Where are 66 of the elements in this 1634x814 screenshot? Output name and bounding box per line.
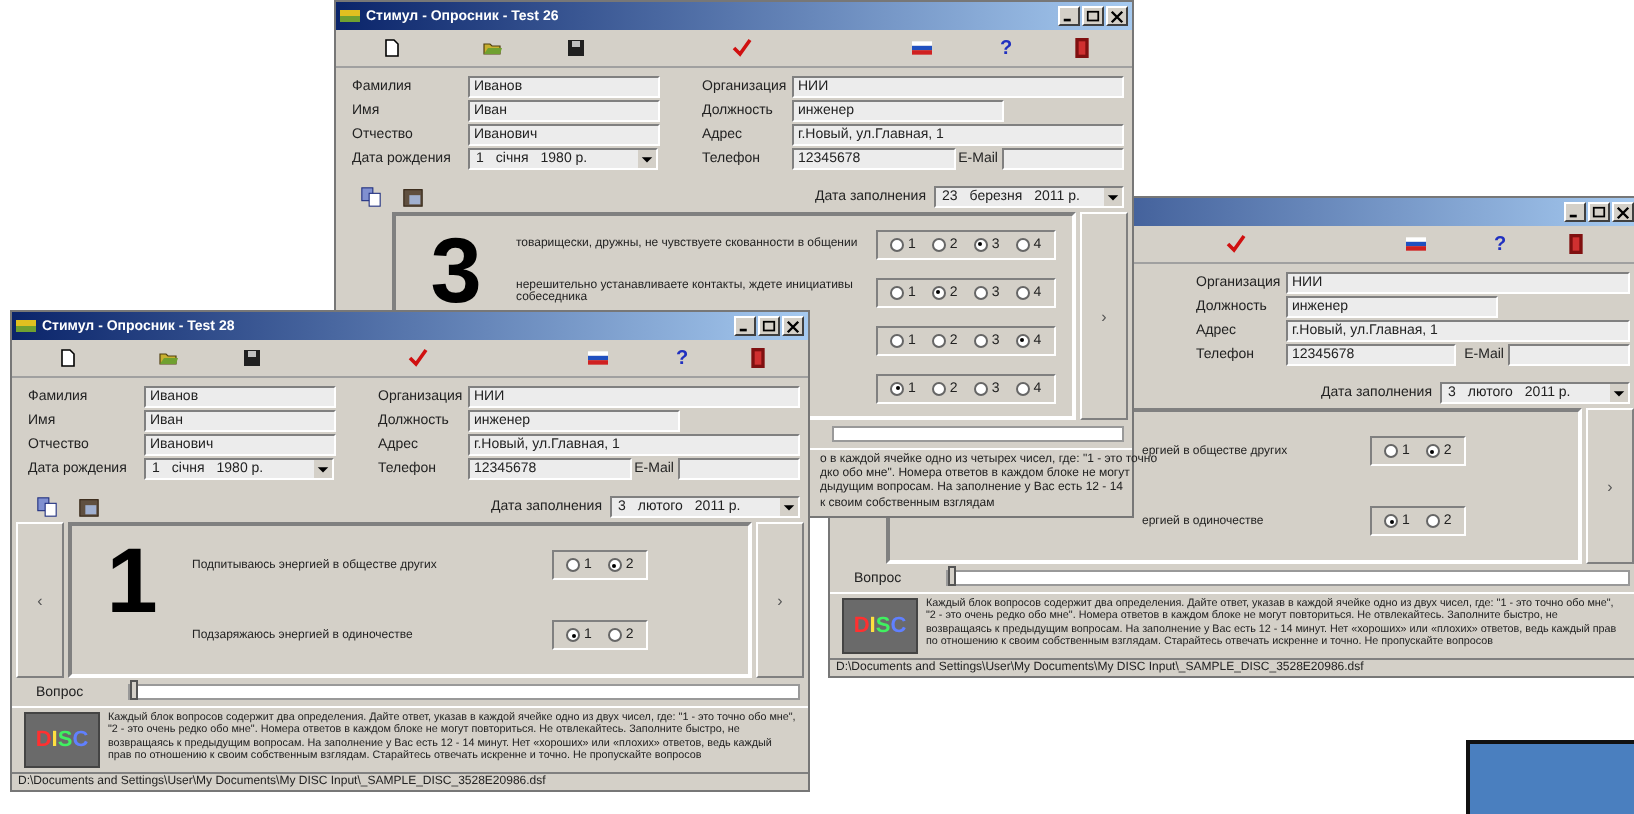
app-icon bbox=[340, 8, 360, 24]
dropdown-arrow-icon bbox=[1106, 189, 1120, 203]
app-icon bbox=[16, 318, 36, 334]
save-button[interactable] bbox=[562, 35, 590, 61]
close-button[interactable] bbox=[1106, 6, 1128, 26]
door-icon bbox=[1565, 234, 1585, 254]
close-button[interactable] bbox=[782, 316, 804, 336]
next-button[interactable]: › bbox=[1586, 408, 1634, 564]
maximize-icon bbox=[1086, 9, 1100, 23]
maximize-button[interactable] bbox=[758, 316, 780, 336]
minimize-button[interactable] bbox=[734, 316, 756, 336]
text-field[interactable] bbox=[1507, 343, 1630, 365]
flag-icon bbox=[911, 38, 931, 58]
check-button[interactable] bbox=[727, 35, 755, 61]
question-slider[interactable] bbox=[832, 426, 1124, 442]
previous-button[interactable]: ‹ bbox=[16, 522, 64, 678]
copy-icon[interactable] bbox=[36, 495, 58, 517]
folder-icon bbox=[157, 348, 177, 368]
text-field[interactable] bbox=[677, 457, 800, 479]
close-button[interactable] bbox=[1612, 202, 1634, 222]
language-button[interactable] bbox=[583, 345, 611, 371]
language-button[interactable] bbox=[1401, 231, 1429, 257]
maximize-icon bbox=[762, 319, 776, 333]
dropdown-arrow-icon bbox=[782, 499, 796, 513]
check-button[interactable] bbox=[403, 345, 431, 371]
question-slider[interactable] bbox=[946, 570, 1630, 586]
clipboard-icon[interactable] bbox=[78, 495, 100, 517]
next-button[interactable]: › bbox=[1080, 212, 1128, 420]
folder-icon bbox=[481, 38, 501, 58]
close-icon bbox=[786, 319, 800, 333]
dropdown-arrow-icon bbox=[316, 461, 330, 475]
check-button[interactable] bbox=[1221, 231, 1249, 257]
maximize-button[interactable] bbox=[1082, 6, 1104, 26]
close-icon bbox=[1110, 9, 1124, 23]
minimize-button[interactable] bbox=[1058, 6, 1080, 26]
checkmark-icon bbox=[1225, 234, 1245, 254]
dropdown-arrow-icon bbox=[1612, 385, 1626, 399]
page-icon bbox=[381, 38, 401, 58]
slider-thumb[interactable] bbox=[130, 680, 138, 700]
save-button[interactable] bbox=[238, 345, 266, 371]
clipboard-icon[interactable] bbox=[402, 185, 424, 207]
checkmark-icon bbox=[731, 38, 751, 58]
block-number: 3 bbox=[430, 228, 482, 316]
copy-icon[interactable] bbox=[360, 185, 382, 207]
disc-logo: DISC bbox=[842, 598, 918, 654]
minimize-button[interactable] bbox=[1564, 202, 1586, 222]
door-icon bbox=[747, 348, 767, 368]
text-field[interactable] bbox=[1001, 147, 1124, 169]
dropdown-arrow-icon bbox=[640, 151, 654, 165]
next-button[interactable]: › bbox=[756, 522, 804, 678]
page-icon bbox=[57, 348, 77, 368]
close-icon bbox=[1616, 205, 1630, 219]
block-number: 1 bbox=[106, 538, 158, 626]
door-icon bbox=[1071, 38, 1091, 58]
help-button[interactable]: ? bbox=[668, 345, 696, 371]
question-slider[interactable] bbox=[128, 684, 800, 700]
slider-thumb[interactable] bbox=[948, 566, 956, 586]
help-button[interactable]: ? bbox=[992, 35, 1020, 61]
maximize-icon bbox=[1592, 205, 1606, 219]
language-button[interactable] bbox=[907, 35, 935, 61]
disc-logo: DISC bbox=[24, 712, 100, 768]
flag-icon bbox=[1405, 234, 1425, 254]
checkmark-icon bbox=[407, 348, 427, 368]
help-button[interactable]: ? bbox=[1486, 231, 1514, 257]
flag-icon bbox=[587, 348, 607, 368]
maximize-button[interactable] bbox=[1588, 202, 1610, 222]
